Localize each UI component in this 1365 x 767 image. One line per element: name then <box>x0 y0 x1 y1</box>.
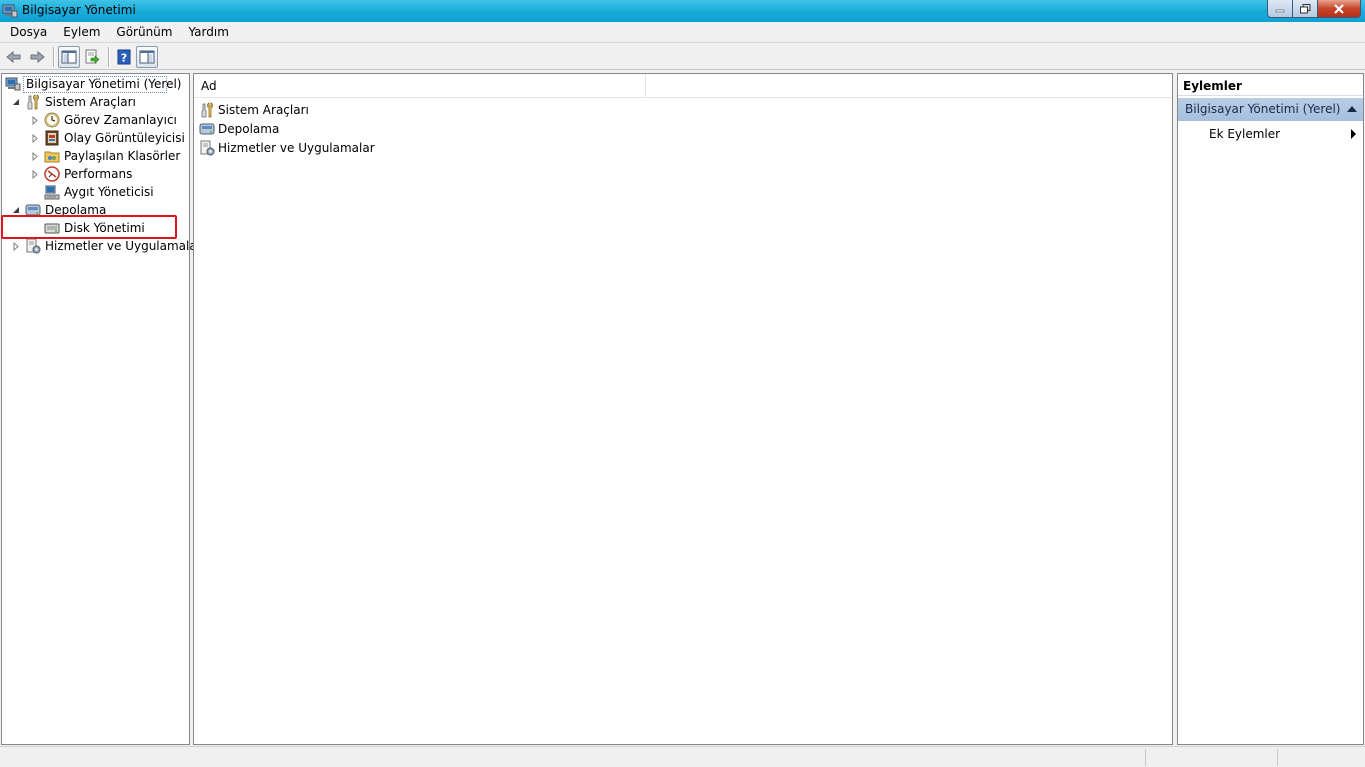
computer-management-icon <box>2 4 18 18</box>
event-viewer-icon <box>45 130 59 146</box>
tree-item-label: Hizmetler ve Uygulamalar <box>45 239 202 253</box>
tree-item-label: Görev Zamanlayıcı <box>64 113 177 127</box>
actions-section-label: Bilgisayar Yönetimi (Yerel) <box>1185 102 1341 116</box>
highlight-box <box>1 215 177 239</box>
tree-item-device-manager[interactable]: Aygıt Yöneticisi <box>2 183 189 201</box>
tree-item-label: Aygıt Yöneticisi <box>64 185 154 199</box>
close-icon <box>1334 3 1344 14</box>
list-item[interactable]: Hizmetler ve Uygulamalar <box>199 138 375 157</box>
show-hide-tree-icon <box>61 50 77 63</box>
help-icon: ? <box>117 49 131 64</box>
list-item-label: Depolama <box>218 121 280 136</box>
collapsed-arrow-icon[interactable] <box>11 241 21 251</box>
status-bar <box>0 746 1365 767</box>
tools-icon <box>201 101 213 117</box>
clock-icon <box>44 112 60 128</box>
status-divider <box>1277 749 1278 766</box>
show-hide-action-pane-button[interactable] <box>136 45 158 68</box>
toolbar-separator <box>108 46 109 67</box>
back-icon <box>6 50 21 63</box>
menu-action[interactable]: Eylem <box>55 22 108 43</box>
collapsed-arrow-icon[interactable] <box>30 151 40 161</box>
actions-header: Eylemler <box>1178 74 1363 96</box>
show-hide-tree-button[interactable] <box>58 45 80 68</box>
more-actions-label: Ek Eylemler <box>1209 127 1281 141</box>
tree-item-event-viewer[interactable]: Olay Görüntüleyicisi <box>2 129 189 147</box>
tree-item-label: Sistem Araçları <box>45 95 136 109</box>
performance-icon <box>44 166 60 182</box>
maximize-button[interactable] <box>1293 0 1318 18</box>
column-name[interactable]: Ad <box>194 74 646 98</box>
column-name-label: Ad <box>201 79 217 93</box>
collapsed-arrow-icon[interactable] <box>30 115 40 125</box>
toolbar: ? <box>0 44 1365 70</box>
export-list-button[interactable] <box>81 46 103 68</box>
actions-pane: Eylemler Bilgisayar Yönetimi (Yerel) Ek … <box>1177 73 1364 745</box>
title-bar: Bilgisayar Yönetimi <box>0 0 1365 22</box>
device-manager-icon <box>44 185 60 200</box>
collapsed-arrow-icon[interactable] <box>30 169 40 179</box>
expanded-arrow-icon[interactable] <box>11 205 21 215</box>
forward-button[interactable] <box>26 46 48 68</box>
services-icon <box>26 238 41 254</box>
export-list-icon <box>85 49 100 64</box>
close-button[interactable] <box>1318 0 1361 18</box>
list-item-label: Sistem Araçları <box>218 102 309 117</box>
list-item[interactable]: Sistem Araçları <box>199 100 309 119</box>
list-item-label: Hizmetler ve Uygulamalar <box>218 140 375 155</box>
tree-item-label: Paylaşılan Klasörler <box>64 149 181 163</box>
services-icon <box>200 140 215 155</box>
tree-item-label: Bilgisayar Yönetimi (Yerel) <box>26 77 182 91</box>
status-divider <box>1145 749 1146 766</box>
minimize-icon <box>1275 9 1285 12</box>
submenu-arrow-icon <box>1351 129 1356 139</box>
toolbar-separator <box>53 46 54 67</box>
tools-icon <box>27 94 39 110</box>
tree-item-performance[interactable]: Performans <box>2 165 189 183</box>
collapsed-arrow-icon[interactable] <box>30 133 40 143</box>
menu-view[interactable]: Görünüm <box>108 22 180 43</box>
minimize-button[interactable] <box>1267 0 1293 18</box>
svg-text:?: ? <box>121 51 127 64</box>
collapse-arrow-icon[interactable] <box>1347 106 1357 112</box>
restore-icon <box>1299 3 1310 13</box>
storage-icon <box>199 123 215 134</box>
results-pane: Ad Sistem Araçları Depolama Hizmetler ve… <box>193 73 1173 745</box>
shared-folder-icon <box>44 151 60 163</box>
computer-management-icon <box>5 77 21 91</box>
tree-item-label: Olay Görüntüleyicisi <box>64 131 185 145</box>
window-title: Bilgisayar Yönetimi <box>22 3 136 17</box>
actions-header-label: Eylemler <box>1183 79 1242 93</box>
help-button[interactable]: ? <box>113 46 135 68</box>
tree-item-root[interactable]: Bilgisayar Yönetimi (Yerel) <box>2 75 189 93</box>
menu-bar: Dosya Eylem Görünüm Yardım <box>0 22 1365 43</box>
column-header: Ad <box>194 74 1172 98</box>
more-actions-item[interactable]: Ek Eylemler <box>1178 124 1363 144</box>
window-controls <box>1267 0 1361 18</box>
forward-icon <box>30 50 45 63</box>
tree-item-system-tools[interactable]: Sistem Araçları <box>2 93 189 111</box>
tree-item-task-scheduler[interactable]: Görev Zamanlayıcı <box>2 111 189 129</box>
show-hide-action-pane-icon <box>139 50 155 63</box>
tree-item-label: Performans <box>64 167 133 181</box>
menu-help[interactable]: Yardım <box>180 22 236 43</box>
list-item[interactable]: Depolama <box>199 119 279 138</box>
expanded-arrow-icon[interactable] <box>11 97 21 107</box>
actions-section-header[interactable]: Bilgisayar Yönetimi (Yerel) <box>1178 98 1363 121</box>
tree-item-shared-folders[interactable]: Paylaşılan Klasörler <box>2 147 189 165</box>
menu-file[interactable]: Dosya <box>0 22 55 43</box>
tree-item-services-applications[interactable]: Hizmetler ve Uygulamalar <box>2 237 202 255</box>
back-button[interactable] <box>3 46 25 68</box>
console-tree: Bilgisayar Yönetimi (Yerel) Sistem Araçl… <box>1 73 202 745</box>
